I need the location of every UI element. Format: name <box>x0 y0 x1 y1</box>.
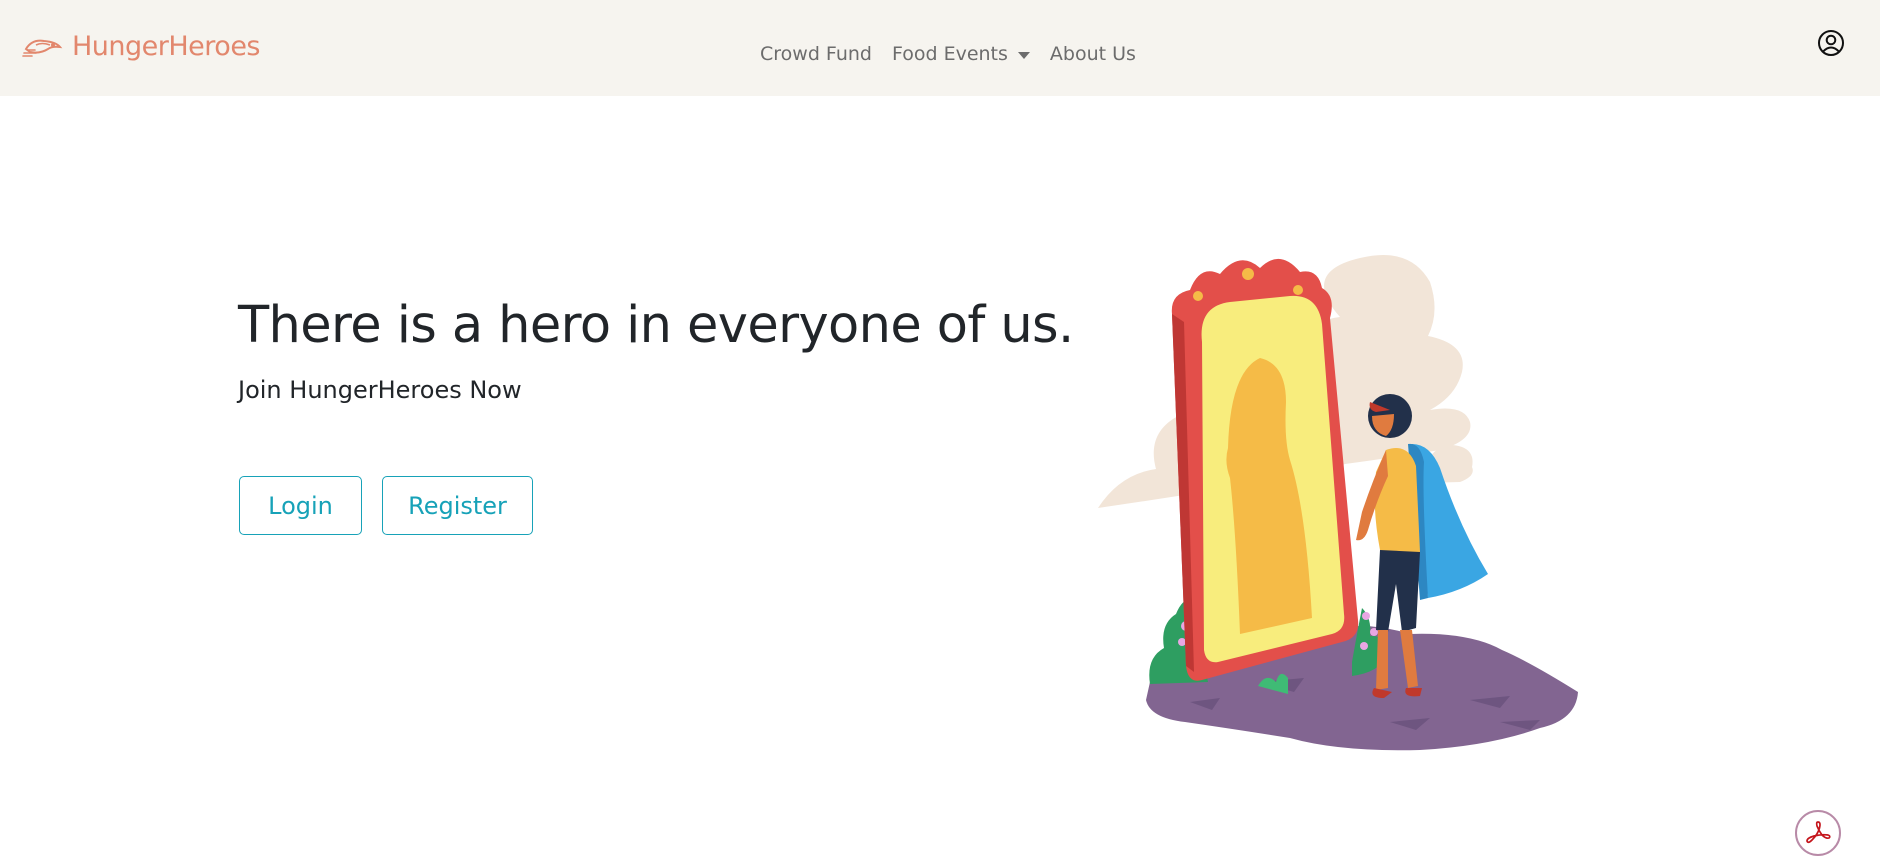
nav-food-events-dropdown[interactable]: Food Events <box>882 43 1040 65</box>
nav-about-us[interactable]: About Us <box>1040 43 1146 65</box>
nav-crowd-fund-label: Crowd Fund <box>760 43 872 65</box>
register-button[interactable]: Register <box>382 476 533 535</box>
pdf-reader-button[interactable] <box>1795 810 1841 856</box>
adobe-acrobat-icon <box>1806 821 1831 844</box>
brand-name: HungerHeroes <box>72 30 261 62</box>
hero-logo-icon <box>22 39 63 57</box>
caret-down-icon <box>1017 51 1030 59</box>
user-circle-icon[interactable] <box>1817 29 1845 57</box>
main-nav: Crowd Fund Food Events About Us <box>760 40 1146 68</box>
navbar: HungerHeroes Crowd Fund Food Events Abou… <box>0 0 1880 96</box>
hero-mirror-illustration <box>1098 255 1578 751</box>
login-button[interactable]: Login <box>239 476 362 535</box>
nav-crowd-fund[interactable]: Crowd Fund <box>760 43 882 65</box>
brand-link[interactable]: HungerHeroes <box>22 26 261 66</box>
hero-subtitle: Join HungerHeroes Now <box>238 376 522 404</box>
nav-food-events-label: Food Events <box>891 43 1008 65</box>
nav-about-us-label: About Us <box>1049 43 1136 65</box>
hero-title: There is a hero in everyone of us. <box>238 296 1074 355</box>
